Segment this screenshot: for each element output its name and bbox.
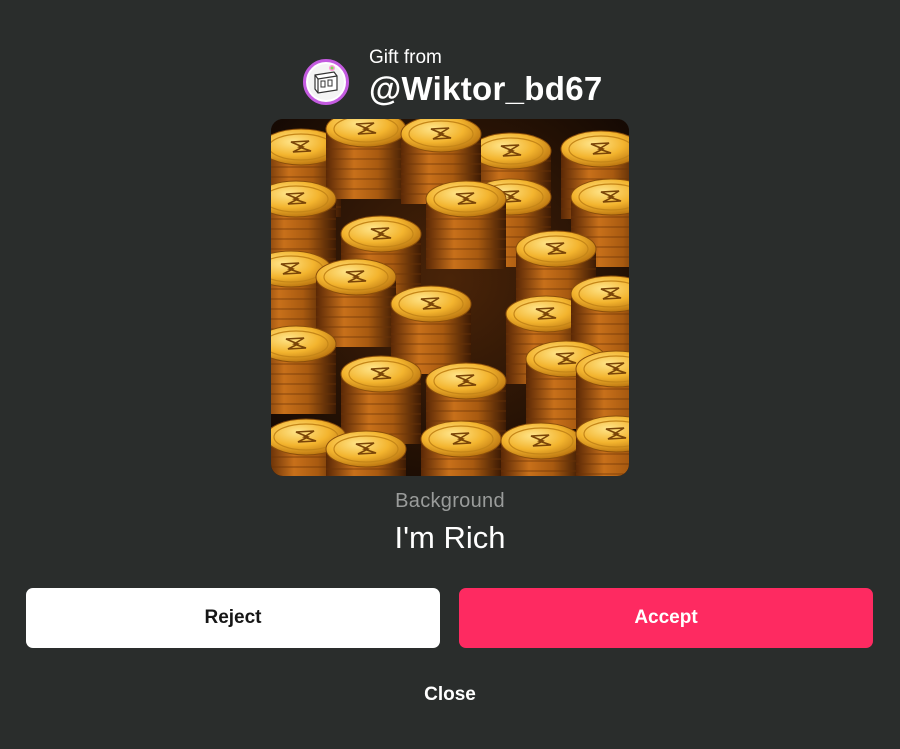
- gift-name: I'm Rich: [394, 520, 506, 555]
- close-button[interactable]: Close: [0, 684, 900, 706]
- accept-button[interactable]: Accept: [459, 588, 873, 648]
- gift-from-label: Gift from: [369, 47, 442, 68]
- avatar[interactable]: [303, 59, 349, 105]
- gold-coins-image: [271, 119, 629, 476]
- gift-image: [271, 119, 629, 476]
- reject-button[interactable]: Reject: [26, 588, 440, 648]
- gift-type-label: Background: [395, 490, 505, 512]
- gift-sender: Gift from @Wiktor_bd67: [303, 46, 603, 110]
- sender-username[interactable]: @Wiktor_bd67: [369, 69, 603, 109]
- avatar-icon: [308, 64, 344, 100]
